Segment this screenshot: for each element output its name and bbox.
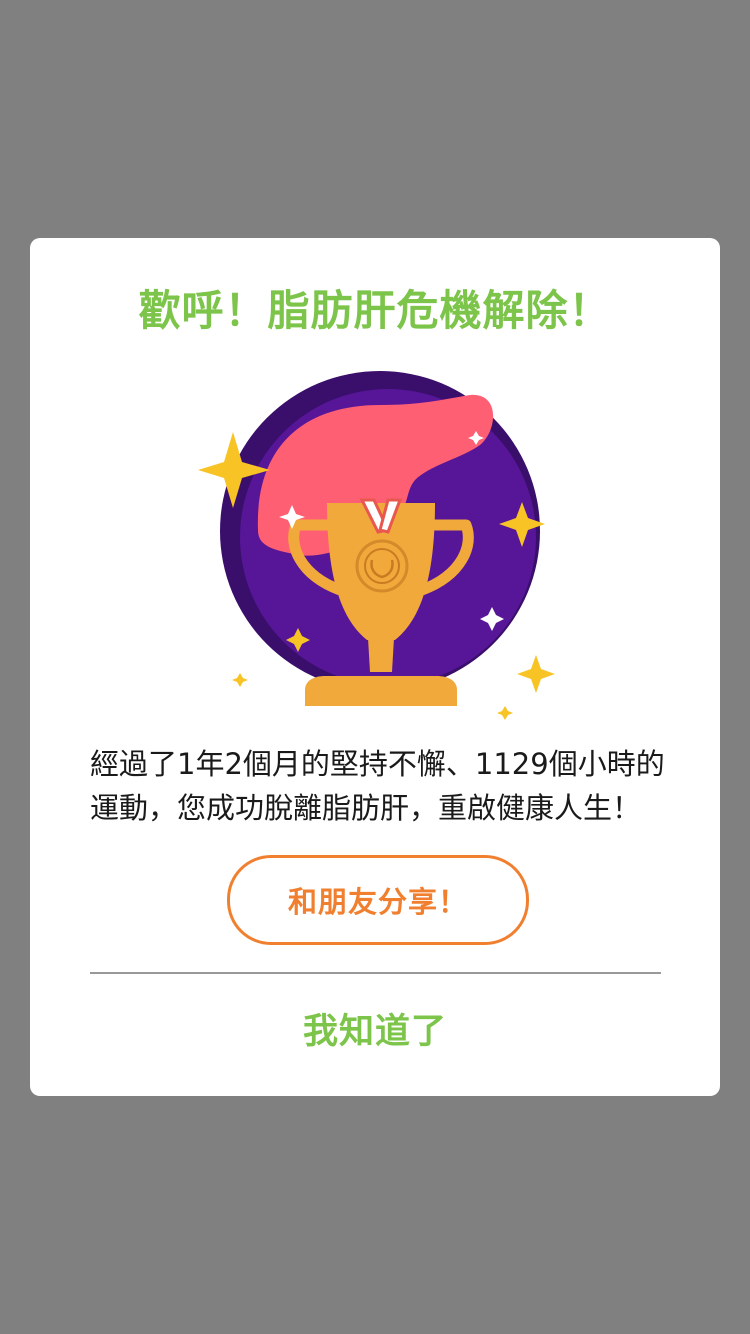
sparkle-icon xyxy=(497,706,513,720)
message-line-1: 經過了1年2個月的堅持不懈、1129個小時的 xyxy=(90,747,665,781)
share-button[interactable]: 和朋友分享！ xyxy=(227,855,529,945)
message-line-2: 運動，您成功脫離脂肪肝，重啟健康人生！ xyxy=(90,791,642,825)
sparkle-icon xyxy=(517,655,555,693)
got-it-button[interactable]: 我知道了 xyxy=(0,1003,750,1061)
trophy-stem xyxy=(368,638,394,672)
dialog-title: 歡呼！脂肪肝危機解除！ xyxy=(138,286,612,335)
divider xyxy=(90,972,661,974)
trophy-illustration xyxy=(198,371,555,720)
trophy-base xyxy=(305,676,457,706)
sparkle-icon xyxy=(232,673,248,687)
dialog-message: 經過了1年2個月的堅持不懈、1129個小時的 運動，您成功脫離脂肪肝，重啟健康人… xyxy=(90,742,670,830)
